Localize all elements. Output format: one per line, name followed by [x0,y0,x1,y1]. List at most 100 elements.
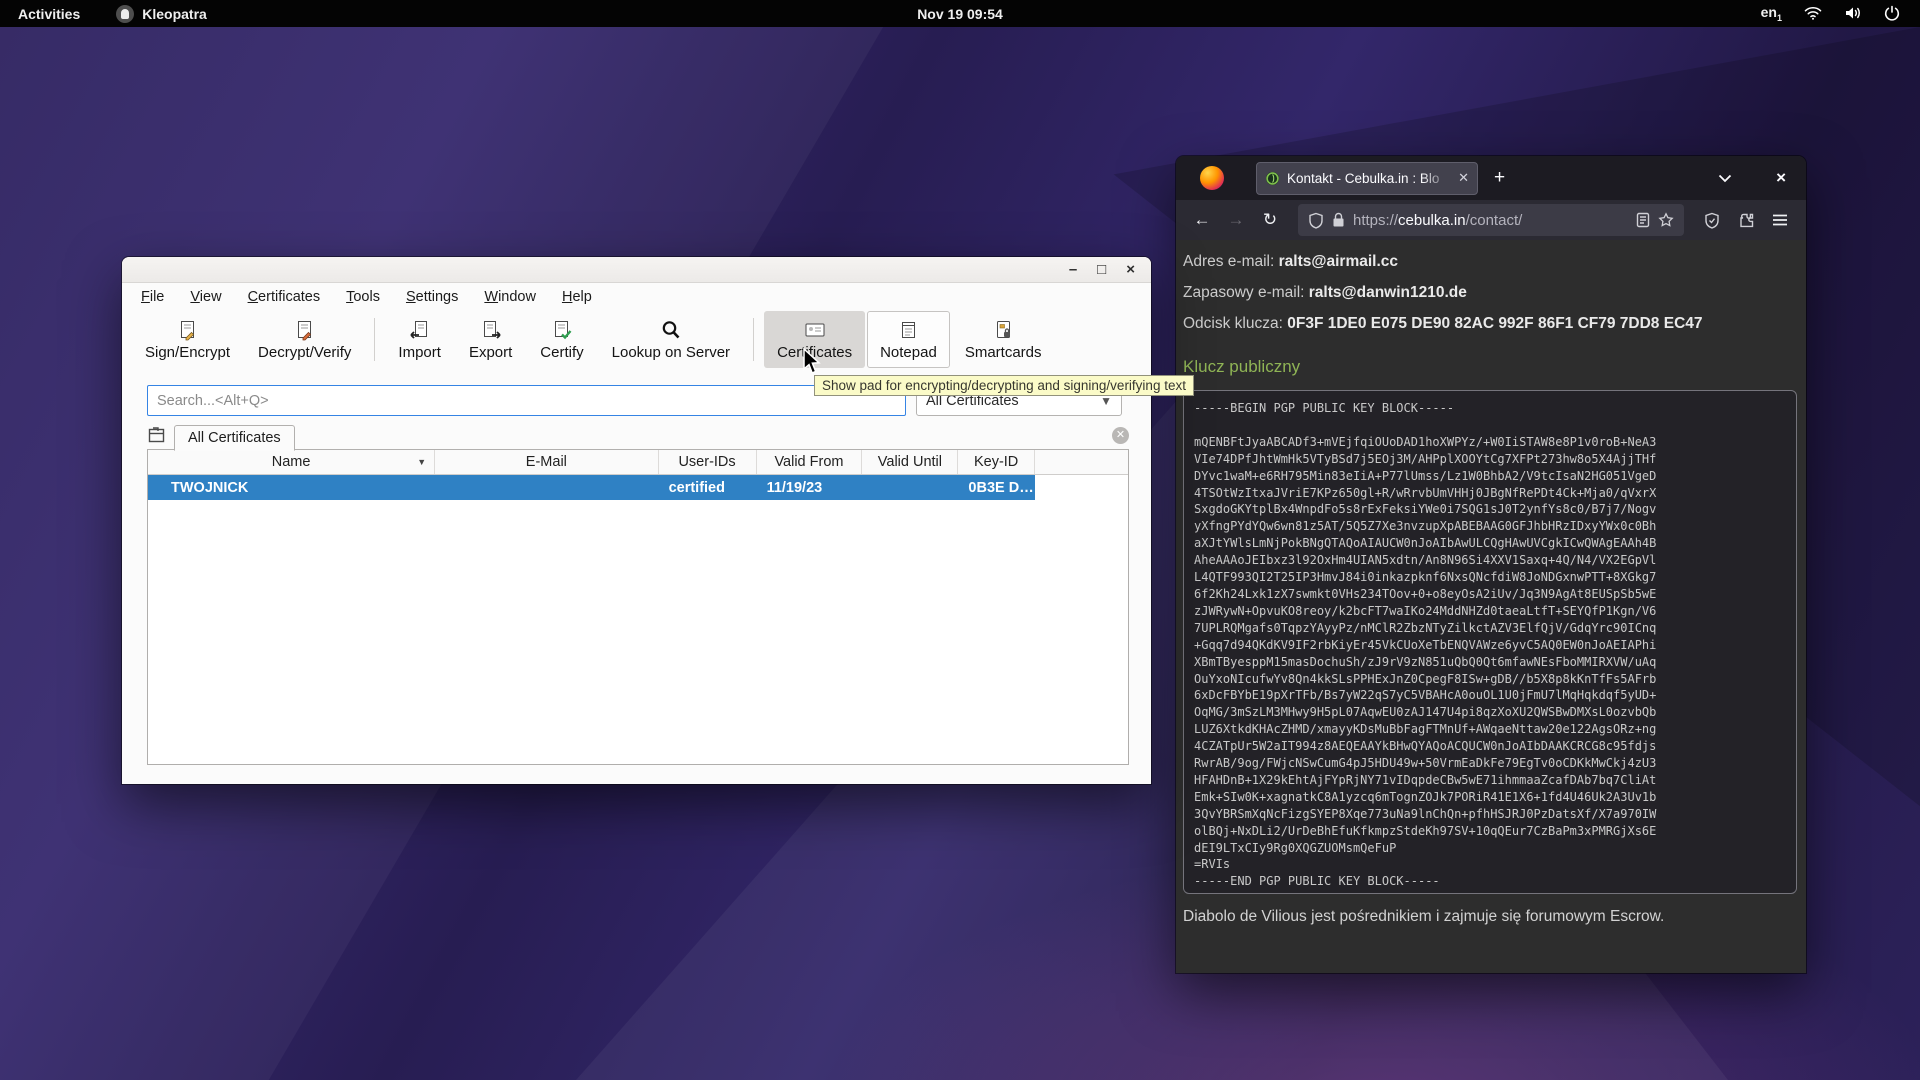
backup-email-value: ralts@danwin1210.de [1309,284,1467,301]
forward-icon[interactable]: → [1222,206,1250,234]
minimize-button[interactable]: – [1069,262,1077,277]
export-icon [480,319,502,341]
cell-name: TWOJNICK [148,475,435,500]
email-line: Adres e-mail: ralts@airmail.cc [1183,253,1797,271]
tab-all-certificates[interactable]: All Certificates [174,425,295,451]
new-tab-button[interactable]: + [1494,167,1505,189]
button-label: Decrypt/Verify [258,344,351,361]
menu-view[interactable]: View [190,289,221,305]
decrypt-verify-icon [294,319,316,341]
header-label: Name [272,454,311,470]
tab-close-icon[interactable]: ✕ [1458,170,1469,186]
focused-app-name: Kleopatra [142,6,207,22]
menu-bar: File View Certificates Tools Settings Wi… [122,283,1151,311]
table-header-row: Name ▼ E-Mail User-IDs Valid From Valid … [148,450,1128,475]
tab-bar: All Certificates ✕ [147,421,1129,450]
cell-filler [1035,475,1128,500]
tab-close-icon[interactable]: ✕ [1112,427,1129,444]
sign-encrypt-button[interactable]: Sign/Encrypt [132,311,243,368]
column-header-user-ids[interactable]: User-IDs [659,450,757,474]
url-bar[interactable]: https://cebulka.in/contact/ [1298,204,1684,236]
browser-tab-active[interactable]: Kontakt - Cebulka.in : Blo ✕ [1256,162,1478,195]
certify-icon [551,319,573,341]
pgp-public-key-block: -----BEGIN PGP PUBLIC KEY BLOCK----- mQE… [1183,390,1797,894]
email-value: ralts@airmail.cc [1279,253,1398,270]
public-key-heading: Klucz publiczny [1183,357,1797,377]
list-all-tabs-chevron-icon[interactable] [1718,174,1732,183]
firefox-nav-bar: ← → ↻ https://cebulka.in/contact/ [1176,200,1806,240]
clock-button[interactable]: Nov 19 09:54 [917,6,1003,22]
search-icon [660,319,682,341]
decrypt-verify-button[interactable]: Decrypt/Verify [245,311,364,368]
button-label: Smartcards [965,344,1042,361]
certificate-table: Name ▼ E-Mail User-IDs Valid From Valid … [147,450,1129,765]
close-button[interactable]: × [1126,262,1135,277]
button-label: Certify [540,344,583,361]
cell-key-id: 0B3E D… [958,475,1034,500]
protections-shield-icon[interactable] [1698,206,1726,234]
page-content: Adres e-mail: ralts@airmail.cc Zapasowy … [1176,240,1806,973]
reload-icon[interactable]: ↻ [1256,206,1284,234]
cell-valid-from: 11/19/23 [757,475,863,500]
volume-icon[interactable] [1844,6,1862,20]
toolbar: Sign/Encrypt Decrypt/Verify Import Expor… [122,311,1151,368]
column-header-valid-until[interactable]: Valid Until [862,450,958,474]
lock-icon[interactable] [1332,212,1345,228]
menu-window[interactable]: Window [484,289,536,305]
button-label: Export [469,344,512,361]
new-tab-icon[interactable] [147,426,166,445]
menu-hamburger-icon[interactable] [1766,206,1794,234]
kleopatra-app-icon [116,5,134,23]
keyboard-layout-indicator[interactable]: en1 [1761,4,1782,23]
certify-button[interactable]: Certify [527,311,596,368]
menu-settings[interactable]: Settings [406,289,458,305]
wifi-icon[interactable] [1804,6,1822,21]
reader-view-icon[interactable] [1636,212,1650,228]
toolbar-separator [374,318,375,361]
escrow-note: Diabolo de Vilious jest pośrednikiem i z… [1183,908,1797,926]
bookmark-star-icon[interactable] [1658,212,1674,228]
certificate-row-selected[interactable]: TWOJNICK certified 11/19/23 0B3E D… [148,475,1128,500]
export-button[interactable]: Export [456,311,525,368]
fingerprint-value: 0F3F 1DE0 E075 DE90 82AC 992F 86F1 CF79 … [1287,315,1702,332]
mouse-cursor [801,348,823,375]
maximize-button[interactable]: □ [1097,262,1106,277]
search-input[interactable] [147,385,906,416]
menu-file[interactable]: File [141,289,164,305]
lookup-on-server-button[interactable]: Lookup on Server [599,311,743,368]
backup-email-line: Zapasowy e-mail: ralts@danwin1210.de [1183,284,1797,302]
toolbar-separator [753,318,754,361]
notepad-button[interactable]: Notepad [867,311,950,368]
site-favicon-onion-icon [1265,171,1280,186]
kleopatra-window: – □ × File View Certificates Tools Setti… [122,257,1151,784]
button-label: Notepad [880,344,937,361]
extensions-puzzle-icon[interactable] [1732,206,1760,234]
sign-encrypt-icon [177,319,199,341]
column-header-email[interactable]: E-Mail [435,450,658,474]
smartcards-button[interactable]: Smartcards [952,311,1055,368]
back-icon[interactable]: ← [1188,206,1216,234]
sort-indicator-icon: ▼ [417,457,426,467]
power-icon[interactable] [1884,5,1900,21]
cell-email [435,475,658,500]
menu-certificates[interactable]: Certificates [248,289,321,305]
column-header-name[interactable]: Name ▼ [148,450,435,474]
column-header-key-id[interactable]: Key-ID [958,450,1034,474]
firefox-window: Kontakt - Cebulka.in : Blo ✕ + × ← → ↻ h… [1176,156,1806,973]
window-close-button[interactable]: × [1776,168,1786,188]
column-header-valid-from[interactable]: Valid From [757,450,863,474]
focused-app-menu[interactable]: Kleopatra [116,5,207,23]
certificates-icon [803,319,827,341]
url-text: https://cebulka.in/contact/ [1353,212,1628,229]
fingerprint-line: Odcisk klucza: 0F3F 1DE0 E075 DE90 82AC … [1183,315,1797,333]
tab-title: Kontakt - Cebulka.in : Blo [1287,171,1451,186]
menu-help[interactable]: Help [562,289,592,305]
menu-tools[interactable]: Tools [346,289,380,305]
import-button[interactable]: Import [385,311,454,368]
activities-button[interactable]: Activities [18,6,80,22]
button-label: Import [398,344,441,361]
button-label: Lookup on Server [612,344,730,361]
tracking-protection-shield-icon[interactable] [1308,212,1324,229]
cell-valid-until [862,475,958,500]
firefox-tab-bar: Kontakt - Cebulka.in : Blo ✕ + × [1176,156,1806,200]
